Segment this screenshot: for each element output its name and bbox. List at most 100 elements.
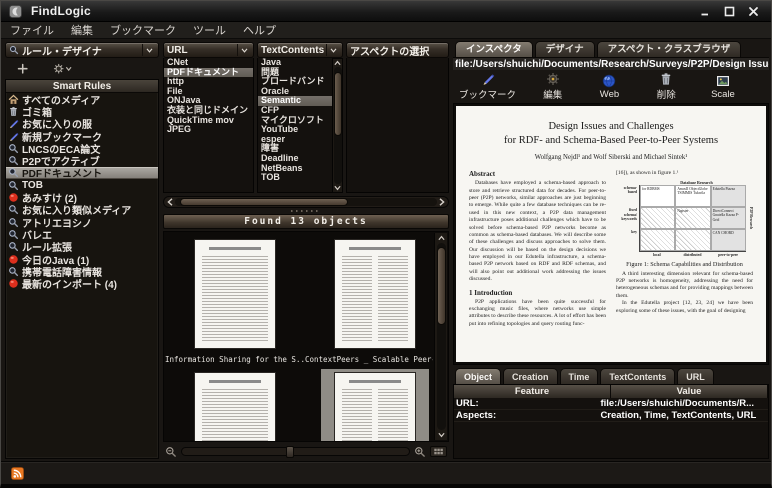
- result-thumbnail[interactable]: ContextPeers _ Scalable Peer-...: [305, 236, 433, 369]
- app-icon: [9, 5, 22, 18]
- document-page-preview: [335, 240, 415, 348]
- title-bar: FindLogic: [1, 1, 771, 22]
- magnifier-icon: [9, 45, 19, 55]
- textcontents-filter-label: TextContents: [261, 45, 326, 56]
- paper-authors: Wolfgang Nejdl¹ and Wolf Siberski and Mi…: [469, 154, 753, 161]
- magnifier-icon: [8, 266, 19, 277]
- scrollbar-thumb[interactable]: [334, 72, 342, 136]
- rule-item[interactable]: PDFドキュメント: [6, 167, 158, 179]
- detail-tab[interactable]: Creation: [503, 368, 558, 384]
- feature-column-header: Feature: [454, 385, 611, 398]
- figure-schema-matrix: Database Research schema-based fixed sch…: [616, 180, 753, 257]
- scroll-up-icon[interactable]: [334, 60, 341, 66]
- menu-item[interactable]: 編集: [71, 22, 93, 38]
- result-thumbnail[interactable]: Information Sharing for the S...: [165, 236, 305, 369]
- paper-page: Design Issues and Challenges for RDF- an…: [456, 106, 766, 362]
- scrollbar-thumb[interactable]: [437, 247, 446, 326]
- home-icon: [8, 94, 19, 105]
- rule-mode-value: ルール・デザイナ: [22, 43, 142, 58]
- smart-rules-header: Smart Rules: [6, 80, 158, 93]
- feature-table: Feature Value URL: file:/Users/shuichi/D…: [453, 384, 769, 459]
- toolbar-button[interactable]: Scale: [703, 74, 743, 100]
- list-scrollbar[interactable]: [333, 58, 343, 193]
- sidebar-toolbar: [5, 58, 159, 79]
- result-thumbnail[interactable]: [305, 369, 433, 441]
- zoom-slider-thumb[interactable]: [286, 446, 294, 458]
- scrollbar-thumb[interactable]: [180, 198, 348, 206]
- value-column-header: Value: [611, 385, 768, 398]
- inspector-tab[interactable]: インスペクタ: [455, 41, 533, 57]
- menu-item[interactable]: ブックマーク: [110, 22, 176, 38]
- scroll-left-icon[interactable]: [167, 198, 173, 206]
- document-preview[interactable]: Design Issues and Challenges for RDF- an…: [453, 103, 769, 365]
- minimize-button[interactable]: [700, 6, 711, 17]
- toolbar-button[interactable]: ブックマーク: [459, 72, 516, 101]
- smart-rules-list: すべてのメディア ゴミ箱 お気に入りの服 新規ブックマーク: [6, 93, 158, 458]
- results-area: Information Sharing for the S... Context…: [163, 231, 449, 442]
- detail-tab[interactable]: URL: [677, 368, 714, 384]
- inspector-panel: インスペクタデザイナアスペクト・クラスブラウザ file:/Users/shui…: [453, 41, 769, 459]
- document-page-preview: [195, 240, 275, 348]
- menu-item[interactable]: ファイル: [10, 22, 54, 38]
- document-page-preview: [195, 373, 275, 441]
- aspect-header: アスペクトの選択: [346, 42, 449, 58]
- inspector-tab[interactable]: アスペクト・クラスブラウザ: [597, 41, 742, 57]
- textcontents-filter-dropdown[interactable]: TextContents: [257, 42, 343, 58]
- list-option[interactable]: TOB: [258, 173, 332, 183]
- vertical-scrollbar[interactable]: [434, 233, 447, 440]
- list-option[interactable]: JPEG: [164, 125, 253, 135]
- inspector-toolbar: ブックマーク 編集 Web 削除: [453, 70, 769, 103]
- inspector-tabs: インスペクタデザイナアスペクト・クラスブラウザ: [453, 41, 769, 57]
- menu-item[interactable]: ツール: [193, 22, 226, 38]
- rule-mode-selector[interactable]: ルール・デザイナ: [5, 42, 159, 58]
- magnifier-icon: [8, 204, 19, 215]
- pen-icon: [8, 131, 19, 142]
- grid-view-button[interactable]: [430, 446, 447, 457]
- horizontal-scrollbar[interactable]: [163, 196, 449, 208]
- chevron-down-icon[interactable]: [142, 44, 155, 56]
- window-controls: [700, 6, 771, 17]
- scroll-down-icon[interactable]: [334, 185, 341, 191]
- chevron-down-icon[interactable]: [326, 44, 339, 56]
- toolbar-button[interactable]: Web: [589, 74, 629, 100]
- rss-icon[interactable]: [11, 467, 24, 480]
- thumbnail-zoom-controls: [163, 444, 449, 459]
- magnifier-icon: [8, 155, 19, 166]
- zoom-out-icon[interactable]: [165, 446, 177, 458]
- detail-tab[interactable]: Time: [560, 368, 599, 384]
- table-row[interactable]: Aspects: Creation, Time, TextContents, U…: [454, 410, 768, 422]
- zoom-in-icon[interactable]: [414, 446, 426, 458]
- chevron-down-icon[interactable]: [237, 44, 250, 56]
- zoom-slider[interactable]: [181, 447, 410, 456]
- paper-right-column: [16]), as shown in figure 1.¹ Database R…: [616, 170, 753, 328]
- url-filter-label: URL: [167, 45, 237, 56]
- maximize-icon: [724, 6, 735, 17]
- magnifier-icon: [8, 167, 19, 178]
- close-button[interactable]: [748, 6, 759, 17]
- result-thumbnail[interactable]: [165, 369, 305, 441]
- table-row[interactable]: URL: file:/Users/shuichi/Documents/R...: [454, 398, 768, 410]
- globe-icon: [602, 74, 616, 88]
- url-filter-column: URL CNetPDFドキュメントhttpFileONJava衣装と同じドメイン…: [163, 42, 254, 193]
- inspector-tab[interactable]: デザイナ: [535, 41, 595, 57]
- sidebar: ルール・デザイナ Smart Rules すべてのメディア: [5, 42, 159, 459]
- figure-caption: Figure 1: Schema Capabilities and Distri…: [616, 261, 753, 268]
- scroll-down-icon[interactable]: [438, 432, 445, 438]
- scroll-up-icon[interactable]: [438, 235, 445, 241]
- smart-rules-panel: Smart Rules すべてのメディア ゴミ箱 お気に入: [5, 79, 159, 459]
- add-rule-button[interactable]: [17, 62, 36, 75]
- results-count-bar: Found 13 objects: [163, 214, 449, 229]
- rule-item[interactable]: 最新のインポート (4): [6, 277, 158, 289]
- scroll-right-icon[interactable]: [439, 198, 445, 206]
- thumbnail-caption: Information Sharing for the S...: [165, 355, 305, 364]
- menu-item[interactable]: ヘルプ: [243, 22, 276, 38]
- gear-menu-icon: [53, 63, 72, 74]
- paper-title: Design Issues and Challenges for RDF- an…: [469, 120, 753, 148]
- toolbar-button[interactable]: 編集: [533, 72, 573, 101]
- maximize-button[interactable]: [724, 6, 735, 17]
- detail-tab[interactable]: Object: [455, 368, 501, 384]
- gear-menu-button[interactable]: [53, 62, 72, 75]
- detail-tab[interactable]: TextContents: [600, 368, 675, 384]
- toolbar-button[interactable]: 削除: [646, 72, 686, 101]
- url-filter-dropdown[interactable]: URL: [163, 42, 254, 58]
